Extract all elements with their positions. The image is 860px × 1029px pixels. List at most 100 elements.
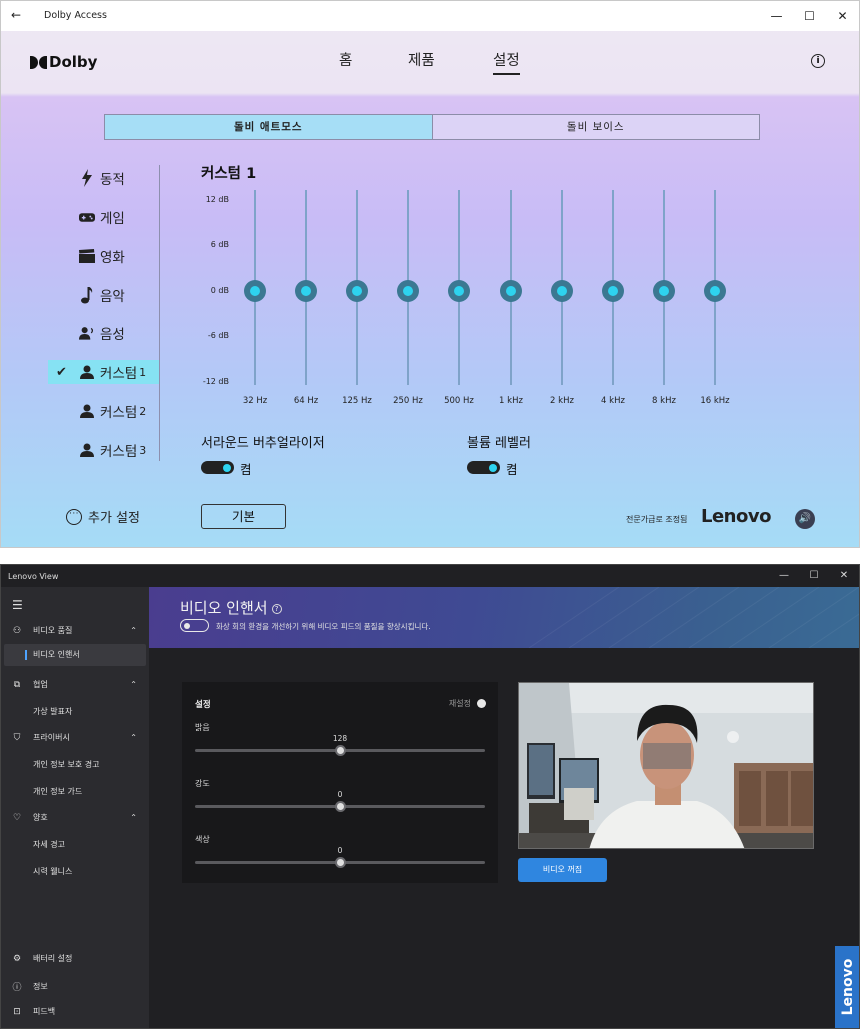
eq-knob[interactable] (653, 280, 675, 302)
chevron-up-icon: ⌃ (130, 680, 137, 689)
sidebar-group-privacy[interactable]: ⛉ 프라이버시 ⌃ (11, 732, 139, 743)
sidebar-item-video-enhancer[interactable]: 비디오 인핸서 (4, 644, 146, 666)
more-dots-icon: ··· (66, 508, 82, 525)
tab-dolby-voice[interactable]: 돌비 보이스 (432, 115, 759, 139)
tab-dolby-atmos[interactable]: 돌비 애트모스 (105, 115, 433, 139)
speaker-icon[interactable]: 🔊 (795, 509, 815, 529)
profile-custom-3[interactable]: 커스텀 3 (79, 438, 159, 462)
feedback-icon: ⊡ (13, 1006, 21, 1017)
sidebar-item-eye-wellness[interactable]: 시력 웰니스 (33, 866, 72, 877)
nav-settings[interactable]: 설정 (493, 49, 520, 75)
nav-home[interactable]: 홈 (339, 49, 352, 70)
db-label: 12 dB (205, 195, 229, 204)
camera-preview (518, 682, 814, 849)
window-title: Lenovo View (8, 572, 59, 581)
eq-knob[interactable] (704, 280, 726, 302)
eq-knob[interactable] (397, 280, 419, 302)
music-note-icon (79, 286, 95, 303)
profile-custom-2[interactable]: 커스텀 2 (79, 399, 159, 423)
sidebar-item-about[interactable]: ⓘ 정보 (11, 980, 139, 993)
sidebar-group-video-quality[interactable]: ⚇ 비디오 품질 ⌃ (11, 625, 139, 636)
camera-preview-image (519, 683, 813, 848)
surround-virtualizer-label: 서라운드 버추얼라이저 (201, 436, 325, 451)
video-off-button[interactable]: 비디오 꺼짐 (518, 858, 607, 882)
help-icon[interactable]: ? (271, 603, 282, 614)
surround-virtualizer-toggle[interactable] (201, 461, 234, 474)
page-description: 화상 회의 환경을 개선하기 위해 비디오 피드의 품질을 향상시킵니다. (216, 622, 431, 631)
db-label: 0 dB (210, 286, 229, 295)
close-button[interactable]: ✕ (826, 1, 859, 31)
db-label: -6 dB (207, 331, 229, 340)
profile-game[interactable]: 게임 (79, 205, 159, 229)
info-icon: ⓘ (12, 983, 22, 993)
page-title: 비디오 인핸서? (180, 597, 282, 618)
eq-title: 커스텀 1 (201, 166, 257, 182)
db-label: -12 dB (202, 377, 229, 386)
nav-products[interactable]: 제품 (408, 49, 435, 70)
slider-value: 0 (337, 790, 343, 799)
eq-band-label: 64 Hz (293, 396, 319, 406)
lenovo-view-window: Lenovo View — ☐ ✕ ☰ ⚇ 비디오 품질 ⌃ 비디오 인핸서 ⧉… (0, 564, 860, 1029)
profile-custom-1[interactable]: ✔ 커스텀 1 (48, 360, 159, 384)
health-heart-icon: ♡ (12, 812, 22, 823)
chevron-up-icon: ⌃ (130, 626, 137, 635)
eq-band-label: 1 kHz (499, 396, 523, 406)
eq-knob[interactable] (500, 280, 522, 302)
eq-knob[interactable] (244, 280, 266, 302)
sidebar-divider (159, 165, 160, 461)
gear-icon: ⚙ (12, 953, 22, 964)
eq-knob[interactable] (346, 280, 368, 302)
window-title: Dolby Access (44, 10, 107, 21)
reset-icon (477, 699, 486, 708)
sidebar-item-virtual-presenter[interactable]: 가상 발표자 (33, 706, 72, 717)
sidebar-item-privacy-alert[interactable]: 개인 정보 보호 경고 (33, 759, 100, 770)
eq-knob[interactable] (551, 280, 573, 302)
title-bar: Lenovo View — ☐ ✕ (1, 565, 859, 587)
info-icon[interactable]: i (811, 54, 825, 68)
collaboration-icon: ⧉ (13, 679, 21, 690)
video-enhancer-toggle[interactable] (180, 619, 209, 632)
sidebar-group-collaboration[interactable]: ⧉ 협업 ⌃ (11, 679, 139, 690)
slider-thumb[interactable] (335, 801, 346, 812)
eq-band-label: 32 Hz (242, 396, 268, 406)
audio-mode-tabs: 돌비 애트모스 돌비 보이스 (104, 114, 760, 140)
surround-virtualizer-state: 켬 (240, 462, 252, 477)
profile-dynamic[interactable]: 동적 (79, 166, 159, 190)
hamburger-menu-icon[interactable]: ☰ (12, 598, 23, 612)
person-icon (79, 442, 95, 458)
minimize-button[interactable]: — (760, 1, 793, 31)
slider-thumb[interactable] (335, 857, 346, 868)
sidebar-item-battery-settings[interactable]: ⚙ 배터리 설정 (11, 953, 139, 964)
profile-movie[interactable]: 영화 (79, 244, 159, 268)
eq-knob[interactable] (448, 280, 470, 302)
slider-value: 0 (337, 846, 343, 855)
eq-band-label: 2 kHz (550, 396, 574, 406)
sidebar-group-wellness[interactable]: ♡ 양호 ⌃ (11, 812, 139, 823)
profile-voice[interactable]: 음성 (79, 321, 159, 345)
eq-knob[interactable] (295, 280, 317, 302)
slider-label: 색상 (195, 835, 210, 844)
lenovo-brand-tab: Lenovo (835, 946, 859, 1028)
sidebar: ☰ ⚇ 비디오 품질 ⌃ 비디오 인핸서 ⧉ 협업 ⌃ 가상 발표자 ⛉ 프라이… (1, 587, 149, 1028)
profile-music[interactable]: 음악 (79, 283, 159, 307)
maximize-button[interactable]: ☐ (793, 1, 826, 31)
clapperboard-icon (79, 248, 95, 264)
eq-band-label: 125 Hz (342, 396, 372, 406)
sidebar-item-privacy-guard[interactable]: 개인 정보 가드 (33, 786, 82, 797)
dolby-access-window: ← Dolby Access — ☐ ✕ Dolby 홈 제품 설정 i 돌비 … (0, 0, 860, 548)
slider-thumb[interactable] (335, 745, 346, 756)
lenovo-logo: Lenovo (701, 506, 771, 527)
back-arrow-icon[interactable]: ← (11, 8, 21, 22)
sidebar-item-posture-alert[interactable]: 자세 경고 (33, 839, 65, 850)
chevron-up-icon: ⌃ (130, 813, 137, 822)
more-settings-button[interactable]: ··· 추가 설정 (66, 507, 140, 526)
eq-knob[interactable] (602, 280, 624, 302)
reset-button[interactable]: 재설정 (449, 698, 486, 709)
eq-band-label: 500 Hz (444, 396, 474, 406)
volume-leveler-toggle[interactable] (467, 461, 500, 474)
title-bar: ← Dolby Access — ☐ ✕ (1, 1, 859, 31)
sidebar-item-feedback[interactable]: ⊡ 피드백 (11, 1006, 139, 1017)
reset-default-button[interactable]: 기본 (201, 504, 286, 529)
person-icon (79, 364, 95, 380)
tuned-by-text: 전문가급로 조정됨 (626, 515, 688, 524)
